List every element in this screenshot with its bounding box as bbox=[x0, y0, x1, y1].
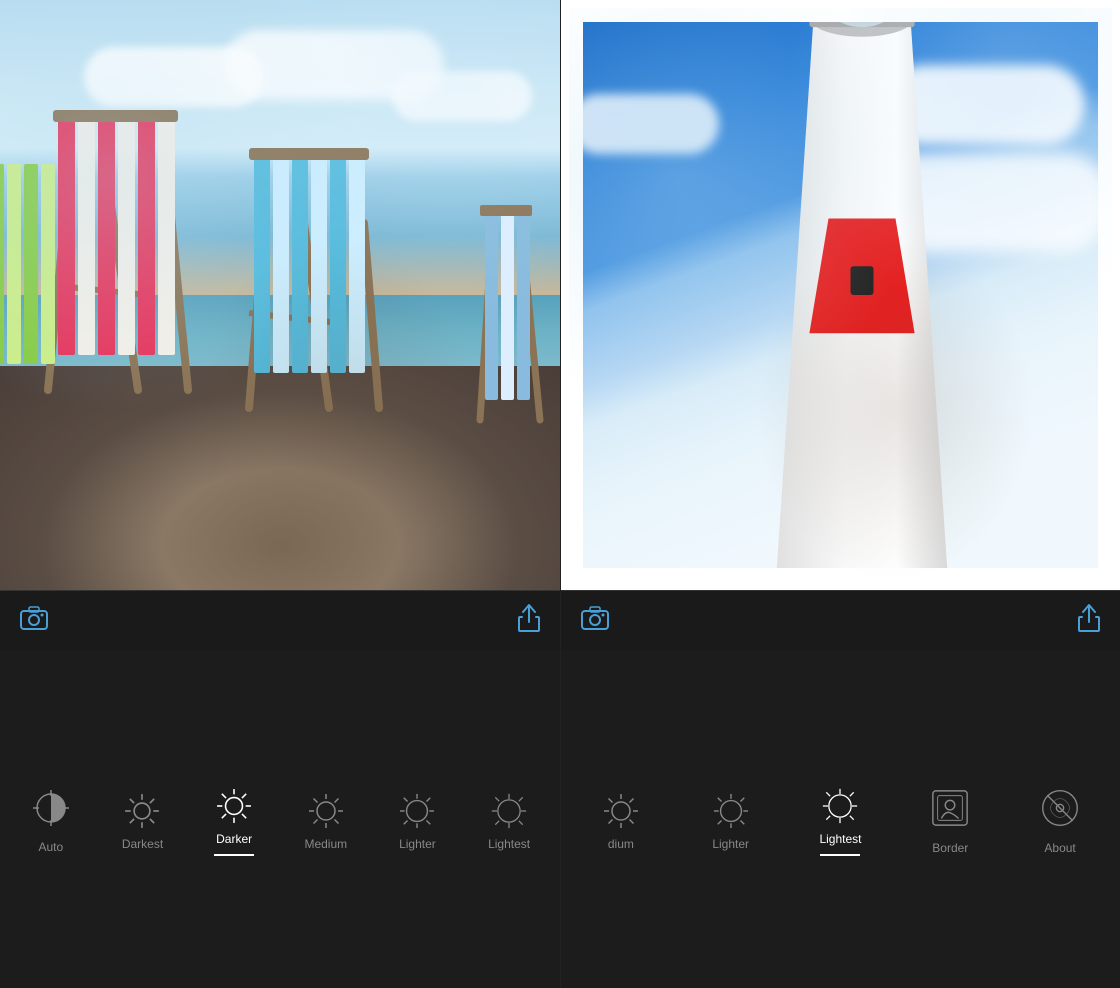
right-menu-item-lighter[interactable]: Lighter bbox=[701, 793, 761, 851]
cloud-3 bbox=[392, 71, 532, 121]
lh-cloud-3 bbox=[569, 94, 719, 154]
left-camera-button[interactable] bbox=[20, 606, 48, 636]
green-chair-partial bbox=[0, 164, 60, 384]
sun-icon-medium bbox=[308, 793, 344, 829]
menu-label-lighter: Lighter bbox=[399, 837, 436, 851]
right-menu-label-lighter: Lighter bbox=[712, 837, 749, 851]
right-menu-item-about[interactable]: About bbox=[1030, 788, 1090, 855]
right-menu-label-border: Border bbox=[932, 841, 968, 855]
left-share-button[interactable] bbox=[518, 604, 540, 638]
menu-item-darker[interactable]: Darker bbox=[204, 788, 264, 856]
right-menu-label-medium: dium bbox=[608, 837, 634, 851]
right-image bbox=[561, 0, 1120, 590]
sun-icon-darkest bbox=[124, 793, 160, 829]
menu-label-auto: Auto bbox=[38, 840, 63, 854]
sun-icon-darker bbox=[216, 788, 252, 824]
left-image bbox=[0, 0, 560, 590]
left-bottom-area: Auto Darkest bbox=[0, 590, 560, 988]
menu-label-medium: Medium bbox=[304, 837, 347, 851]
left-panel: Auto Darkest bbox=[0, 0, 560, 988]
sun-icon-lightest bbox=[491, 793, 527, 829]
border-icon bbox=[930, 788, 970, 833]
right-menu-item-medium[interactable]: dium bbox=[591, 793, 651, 851]
right-menu-label-about: About bbox=[1044, 841, 1075, 855]
lighthouse-svg bbox=[732, 8, 992, 582]
auto-icon bbox=[32, 789, 70, 832]
right-camera-button[interactable] bbox=[581, 606, 609, 636]
menu-label-lightest: Lightest bbox=[488, 837, 530, 851]
blue-chair bbox=[224, 143, 424, 413]
menu-item-darkest[interactable]: Darkest bbox=[112, 793, 172, 851]
right-menu-item-border[interactable]: Border bbox=[920, 788, 980, 855]
menu-item-auto[interactable]: Auto bbox=[21, 789, 81, 854]
about-icon bbox=[1040, 788, 1080, 833]
lighthouse-watercolor bbox=[561, 0, 1120, 590]
left-menu-strip: Auto Darkest bbox=[0, 650, 560, 988]
right-share-button[interactable] bbox=[1078, 604, 1100, 638]
menu-item-medium[interactable]: Medium bbox=[296, 793, 356, 851]
menu-label-darkest: Darkest bbox=[122, 837, 163, 851]
menu-item-lightest[interactable]: Lightest bbox=[479, 793, 539, 851]
right-menu-label-lightest: Lightest bbox=[819, 832, 861, 846]
right-sun-icon-lightest bbox=[822, 788, 858, 824]
right-menu-item-lightest[interactable]: Lightest bbox=[810, 788, 870, 856]
left-toolbar bbox=[0, 590, 560, 650]
right-menu-strip: dium Lighter bbox=[561, 650, 1120, 988]
right-sun-icon-lighter bbox=[713, 793, 749, 829]
sun-icon-lighter bbox=[399, 793, 435, 829]
beach-watercolor bbox=[0, 0, 560, 590]
right-panel: dium Lighter bbox=[560, 0, 1120, 988]
right-sun-icon-medium bbox=[603, 793, 639, 829]
right-toolbar bbox=[561, 590, 1120, 650]
right-bottom-area: dium Lighter bbox=[561, 590, 1120, 988]
menu-label-darker: Darker bbox=[216, 832, 252, 846]
menu-item-lighter[interactable]: Lighter bbox=[387, 793, 447, 851]
chair-partial-right bbox=[470, 205, 560, 425]
